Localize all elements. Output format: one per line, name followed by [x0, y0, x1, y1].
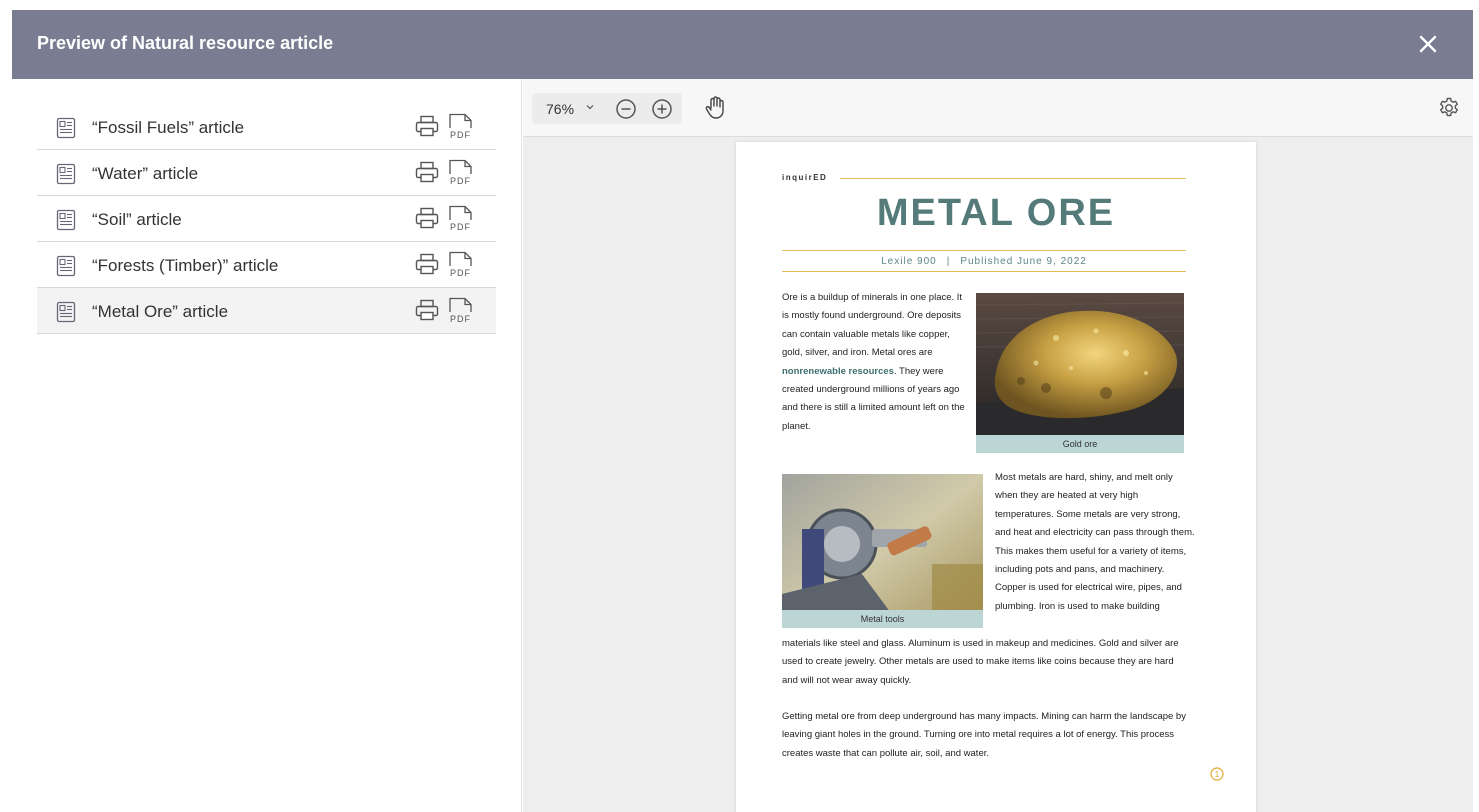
- article-row[interactable]: “Water” article PDF: [37, 150, 496, 196]
- document-icon: [56, 117, 76, 139]
- modal-header: Preview of Natural resource article: [12, 10, 1473, 79]
- gold-ore-image: Gold ore: [976, 293, 1184, 453]
- page-marker-icon[interactable]: 1: [1210, 767, 1224, 781]
- page-marker-text: 1: [1215, 770, 1220, 779]
- document-viewer: 76% inquirED METAL ORE Lexile 900 | Publ…: [523, 79, 1473, 812]
- zoom-out-icon[interactable]: [615, 98, 637, 120]
- viewer-toolbar: 76%: [523, 79, 1473, 137]
- article-label: “Fossil Fuels” article: [92, 118, 245, 137]
- figure-caption: Gold ore: [976, 435, 1184, 453]
- divider: [782, 271, 1186, 272]
- chevron-down-icon[interactable]: [585, 102, 595, 112]
- article-row[interactable]: “Soil” article PDF: [37, 196, 496, 242]
- document-page: inquirED METAL ORE Lexile 900 | Published …: [736, 142, 1256, 812]
- pdf-label: PDF: [450, 222, 471, 232]
- article-title: METAL ORE: [876, 192, 1116, 234]
- preview-modal: Preview of Natural resource article “Fos…: [12, 10, 1473, 812]
- pdf-icon[interactable]: PDF: [447, 297, 475, 325]
- gear-icon[interactable]: [1437, 96, 1461, 120]
- zoom-controls: 76%: [532, 93, 682, 124]
- article-meta: Lexile 900 | Published June 9, 2022: [881, 256, 1087, 267]
- pdf-label: PDF: [450, 268, 471, 278]
- document-icon: [56, 163, 76, 185]
- document-icon: [56, 301, 76, 323]
- document-icon: [56, 255, 76, 277]
- keyword-link[interactable]: nonrenewable resources: [782, 366, 894, 377]
- article-label: “Forests (Timber)” article: [92, 256, 279, 275]
- lexile-level: Lexile 900: [881, 256, 937, 267]
- pdf-label: PDF: [450, 176, 471, 186]
- brand-logo: inquirED: [782, 173, 828, 182]
- hand-icon[interactable]: [703, 95, 727, 121]
- figure-caption: Metal tools: [782, 610, 983, 628]
- zoom-select[interactable]: 76%: [546, 101, 574, 117]
- printer-icon[interactable]: [415, 253, 439, 275]
- document-icon: [56, 209, 76, 231]
- pdf-icon[interactable]: PDF: [447, 113, 475, 141]
- article-row[interactable]: “Metal Ore” article PDF: [37, 288, 496, 334]
- article-label: “Soil” article: [92, 210, 182, 229]
- metal-tools-image: Metal tools: [782, 474, 983, 628]
- zoom-in-icon[interactable]: [651, 98, 673, 120]
- divider: [840, 178, 1186, 179]
- gold-ore-photo: [976, 293, 1184, 453]
- printer-icon[interactable]: [415, 115, 439, 137]
- article-list: “Fossil Fuels” article PDF “Water” article…: [37, 104, 496, 334]
- paragraph-impacts: Getting metal ore from deep underground …: [782, 711, 1186, 759]
- divider: [782, 250, 1186, 251]
- article-row[interactable]: “Fossil Fuels” article PDF: [37, 104, 496, 150]
- paragraph-properties-continued: materials like steel and glass. Aluminum…: [782, 638, 1179, 686]
- paragraph-intro: Ore is a buildup of minerals in one plac…: [782, 292, 965, 432]
- article-label: “Metal Ore” article: [92, 302, 229, 321]
- publish-date: Published June 9, 2022: [960, 256, 1087, 267]
- printer-icon[interactable]: [415, 207, 439, 229]
- article-row[interactable]: “Forests (Timber)” article PDF: [37, 242, 496, 288]
- pdf-label: PDF: [450, 314, 471, 324]
- pdf-icon[interactable]: PDF: [447, 251, 475, 279]
- printer-icon[interactable]: [415, 161, 439, 183]
- article-label: “Water” article: [92, 164, 199, 183]
- article-sidebar: “Fossil Fuels” article PDF “Water” article…: [12, 79, 522, 812]
- metal-tools-photo: [782, 474, 983, 628]
- paragraph-properties: Most metals are hard, shiny, and melt on…: [995, 472, 1195, 612]
- pdf-icon[interactable]: PDF: [447, 159, 475, 187]
- pdf-icon[interactable]: PDF: [447, 205, 475, 233]
- close-icon[interactable]: [1413, 29, 1443, 59]
- modal-title: Preview of Natural resource article: [37, 33, 334, 53]
- printer-icon[interactable]: [415, 299, 439, 321]
- pdf-label: PDF: [450, 130, 471, 140]
